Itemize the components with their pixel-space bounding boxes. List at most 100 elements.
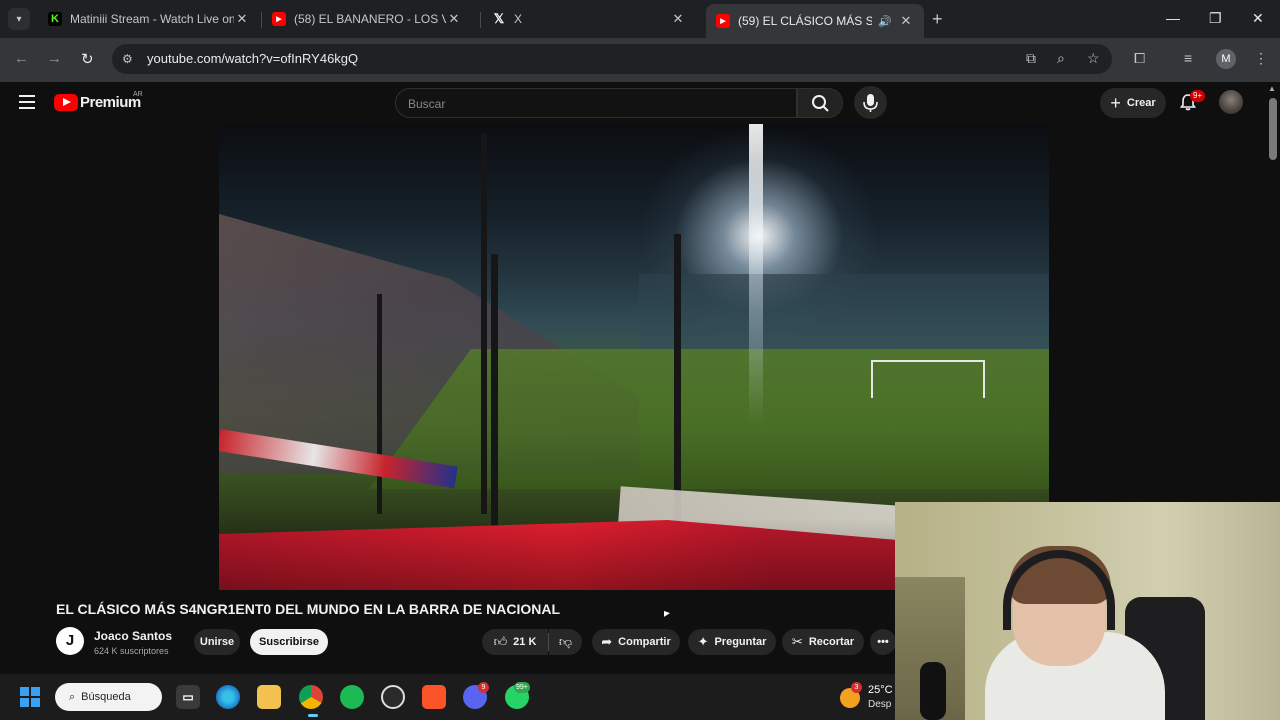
scissors-icon: ✂ [791, 634, 803, 649]
windows-start-icon[interactable] [20, 687, 40, 707]
taskbar-search[interactable]: ⌕ Búsqueda [55, 683, 162, 711]
voice-search-button[interactable] [854, 86, 887, 119]
youtube-brand[interactable]: Premium [80, 94, 141, 111]
window-close-icon[interactable]: ✕ [1252, 10, 1264, 27]
restore-icon[interactable]: ❐ [1209, 10, 1222, 27]
weather-temperature[interactable]: 25°C [868, 684, 893, 696]
back-icon[interactable]: ← [14, 50, 29, 67]
minimize-icon[interactable]: — [1166, 10, 1180, 26]
mouse-cursor-icon [664, 610, 670, 620]
tab-x[interactable]: 𝕏 X ✕ [482, 4, 696, 34]
weather-badge: 3 [851, 682, 862, 693]
create-label: Crear [1126, 97, 1156, 109]
brave-icon[interactable] [422, 685, 446, 709]
file-explorer-icon[interactable] [257, 685, 281, 709]
weather-description: Desp [868, 699, 892, 710]
search-icon: ⌕ [69, 690, 76, 703]
video-scene-pole [491, 254, 498, 554]
video-scene-floodlight [749, 124, 763, 424]
ask-button[interactable]: ✦ Preguntar [688, 629, 776, 655]
plus-icon: + [1110, 92, 1121, 113]
thumbs-up-icon: 👍︎ [493, 634, 508, 649]
more-actions-button[interactable]: ••• [870, 629, 896, 655]
tab-close-icon[interactable]: ✕ [234, 11, 250, 27]
search-icon [812, 95, 829, 112]
like-count: 21 K [513, 636, 537, 648]
media-control-icon[interactable]: ≡ [1184, 50, 1192, 66]
subscribe-label: Suscribirse [259, 636, 319, 648]
active-app-indicator [308, 714, 318, 717]
url-text[interactable]: youtube.com/watch?v=ofInRY46kgQ [147, 51, 358, 66]
channel-avatar[interactable]: J [56, 627, 84, 655]
streamer-webcam [895, 502, 1280, 720]
speaker-icon[interactable]: 🔊 [878, 15, 892, 28]
region-code: AR [133, 91, 143, 98]
whatsapp-badge: 99+ [514, 682, 530, 693]
create-button[interactable]: + Crear [1100, 88, 1166, 118]
tab-title: (58) EL BANANERO - LOS VERG [294, 12, 446, 26]
page-scrollbar[interactable] [1269, 98, 1277, 160]
join-button[interactable]: Unirse [194, 629, 240, 655]
microphone-icon [863, 94, 878, 112]
share-label: Compartir [618, 636, 671, 648]
tab-youtube-clasico[interactable]: ▶ (59) EL CLÁSICO MÁS S4NG 🔊 ✕ [706, 4, 924, 38]
notifications-badge: 9+ [1190, 90, 1206, 102]
x-icon: 𝕏 [493, 11, 505, 26]
install-app-icon[interactable]: ⧉ [1026, 50, 1036, 67]
youtube-icon: ▶ [272, 12, 286, 26]
hamburger-menu-icon[interactable] [19, 95, 35, 109]
youtube-icon: ▶ [716, 14, 730, 28]
ask-label: Preguntar [714, 636, 767, 648]
clip-button[interactable]: ✂ Recortar [782, 629, 864, 655]
share-button[interactable]: ➦ Compartir [592, 629, 680, 655]
new-tab-button[interactable]: + [932, 9, 943, 30]
task-view-icon[interactable]: ▭ [176, 685, 200, 709]
chrome-menu-icon[interactable]: ⋮ [1254, 50, 1268, 67]
extensions-icon[interactable]: ⧠ [1134, 50, 1145, 67]
address-bar[interactable]: ⚙ youtube.com/watch?v=ofInRY46kgQ ⧉ ⌕ ☆ [112, 44, 1112, 74]
tab-close-icon[interactable]: ✕ [670, 11, 686, 27]
browser-tab-strip: ▾ K Matiniii Stream - Watch Live on ✕ ▶ … [0, 0, 1280, 38]
clock-app-icon[interactable] [381, 685, 405, 709]
tab-youtube-bananero[interactable]: ▶ (58) EL BANANERO - LOS VERG ✕ [262, 4, 472, 34]
thumbs-down-icon: 👎︎ [558, 634, 573, 649]
tab-title: X [514, 12, 523, 26]
tab-search-button[interactable]: ▾ [8, 8, 30, 30]
sparkle-icon: ✦ [697, 634, 709, 649]
search-placeholder: Buscar [408, 97, 446, 111]
tab-close-icon[interactable]: ✕ [898, 13, 914, 29]
clip-label: Recortar [808, 636, 855, 648]
site-info-icon[interactable]: ⚙ [122, 52, 133, 66]
tab-kick-stream[interactable]: K Matiniii Stream - Watch Live on ✕ [38, 4, 260, 34]
discord-badge: 9 [478, 682, 489, 693]
join-label: Unirse [199, 636, 235, 648]
video-scene-pole [674, 234, 681, 534]
tab-separator [480, 12, 481, 28]
video-title: EL CLÁSICO MÁS S4NGR1ENT0 DEL MUNDO EN L… [56, 601, 561, 617]
account-avatar[interactable] [1219, 90, 1243, 114]
channel-name[interactable]: Joaco Santos [94, 629, 172, 643]
video-scene-pole [377, 294, 382, 514]
profile-avatar[interactable]: M [1216, 49, 1236, 69]
scroll-up-arrow-icon[interactable]: ▲ [1268, 84, 1276, 93]
video-scene-pole [481, 134, 487, 514]
more-horizontal-icon: ••• [877, 636, 889, 648]
chrome-icon[interactable] [299, 685, 323, 709]
search-button[interactable] [797, 88, 843, 118]
search-input[interactable]: Buscar [395, 88, 797, 118]
spotify-icon[interactable] [340, 685, 364, 709]
bookmark-star-icon[interactable]: ☆ [1087, 50, 1100, 67]
dislike-button[interactable]: 👎︎ [549, 629, 582, 655]
like-button[interactable]: 👍︎ 21 K [482, 629, 548, 655]
video-scene-stands [639, 274, 1049, 354]
share-icon: ➦ [601, 634, 613, 649]
youtube-masthead: Premium AR Buscar + Crear 9+ [0, 82, 1268, 124]
youtube-logo-icon[interactable] [54, 94, 78, 111]
zoom-icon[interactable]: ⌕ [1057, 50, 1065, 67]
edge-icon[interactable] [216, 685, 240, 709]
subscribe-button[interactable]: Suscribirse [250, 629, 328, 655]
tab-close-icon[interactable]: ✕ [446, 11, 462, 27]
reload-icon[interactable]: ↻ [81, 50, 94, 68]
forward-icon[interactable]: → [47, 50, 62, 67]
tab-title: (59) EL CLÁSICO MÁS S4NG [738, 14, 873, 28]
